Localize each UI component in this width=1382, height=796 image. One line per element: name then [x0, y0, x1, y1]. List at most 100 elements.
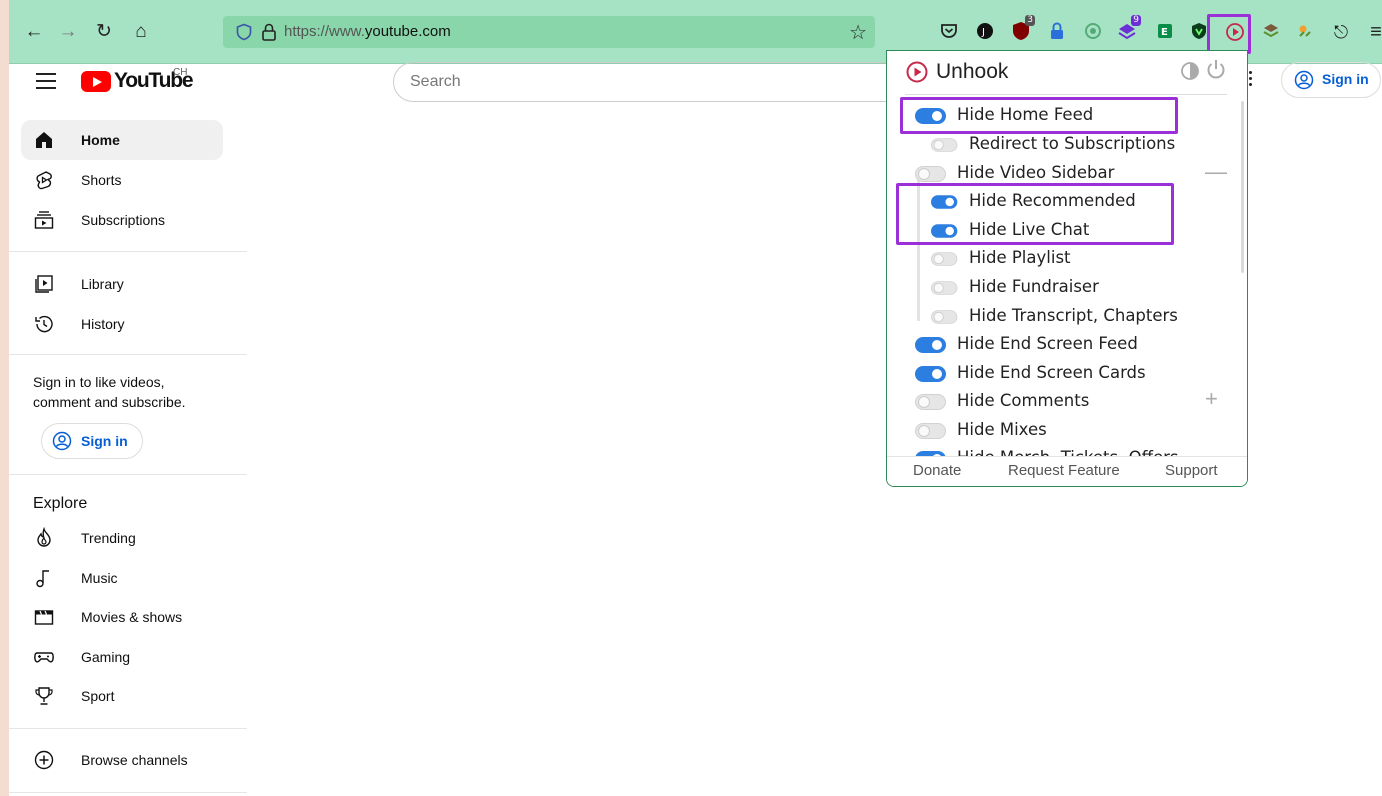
header-sign-in-label: Sign in	[1322, 71, 1369, 87]
recommended-live-chat-highlight	[896, 183, 1174, 245]
tabs-extension-icon[interactable]: 9	[1117, 15, 1141, 41]
subscriptions-icon	[34, 211, 54, 229]
ublock-badge: 3	[1025, 15, 1035, 26]
sidebar-item-history[interactable]: History	[21, 304, 223, 344]
option-hide-mixes[interactable]: Hide Mixes	[915, 418, 1215, 444]
forward-button[interactable]: →	[57, 21, 79, 43]
sidebar-item-shorts[interactable]: Shorts	[21, 160, 223, 200]
joplin-icon[interactable]: J	[975, 21, 995, 41]
option-hide-playlist[interactable]: Hide Playlist	[931, 246, 1231, 272]
privacy-badger-icon[interactable]	[1083, 21, 1103, 41]
shield-extension-icon[interactable]	[1189, 21, 1209, 41]
tabs-extension-badge: 9	[1131, 15, 1141, 26]
sidebar-item-gaming[interactable]: Gaming	[21, 637, 223, 677]
toggle-switch[interactable]	[915, 423, 946, 439]
lock-icon[interactable]	[261, 23, 277, 41]
toggle-switch[interactable]	[915, 394, 946, 410]
sign-in-prompt: Sign in to like videos, comment and subs…	[33, 374, 186, 410]
option-label: Hide End Screen Cards	[957, 363, 1146, 382]
sidebar-item-movies[interactable]: Movies & shows	[21, 597, 223, 637]
theme-toggle-icon[interactable]	[1180, 61, 1200, 81]
sidebar-item-label: Browse channels	[81, 752, 188, 768]
translate-extension-icon[interactable]	[1295, 21, 1315, 41]
option-hide-end-screen-cards[interactable]: Hide End Screen Cards	[915, 361, 1215, 387]
toggle-switch[interactable]	[915, 166, 946, 182]
collapse-button[interactable]: —	[1205, 159, 1227, 185]
hide-home-feed-highlight	[900, 97, 1178, 134]
youtube-region-code: CH	[173, 67, 188, 78]
option-hide-end-screen-feed[interactable]: Hide End Screen Feed	[915, 332, 1215, 358]
trending-icon	[37, 527, 51, 547]
sidebar-item-label: Home	[81, 132, 120, 148]
option-hide-fundraiser[interactable]: Hide Fundraiser	[931, 275, 1231, 301]
option-label: Hide Mixes	[957, 420, 1047, 439]
toggle-switch[interactable]	[931, 138, 958, 152]
bookmark-star-icon[interactable]: ☆	[849, 20, 867, 45]
sidebar-divider	[9, 728, 247, 729]
pocket-icon[interactable]	[939, 21, 959, 41]
puzzle-extension-icon[interactable]	[1261, 21, 1281, 41]
toggle-switch[interactable]	[931, 281, 958, 295]
sidebar-sign-in-button[interactable]: Sign in	[41, 423, 143, 459]
ublock-icon[interactable]: 3	[1011, 15, 1035, 41]
header-sign-in-button[interactable]: Sign in	[1281, 62, 1381, 98]
youtube-play-icon	[81, 71, 111, 92]
url-protocol: https://www.	[284, 23, 365, 40]
option-label: Hide Transcript, Chapters	[969, 306, 1178, 325]
url-host: youtube.com	[364, 23, 451, 40]
home-button[interactable]: ⌂	[130, 21, 152, 43]
account-icon	[52, 431, 72, 451]
search-input[interactable]: Search	[393, 62, 913, 102]
sidebar-sign-in-label: Sign in	[81, 433, 128, 449]
url-text[interactable]: https://www.youtube.com	[284, 23, 451, 40]
sidebar-item-sport[interactable]: Sport	[21, 676, 223, 716]
app-menu-button[interactable]: ≡	[1365, 21, 1382, 43]
home-icon	[36, 132, 52, 148]
sidebar-item-label: Movies & shows	[81, 609, 183, 625]
url-bar[interactable]: https://www.youtube.com ☆	[223, 16, 875, 48]
header-divider	[905, 94, 1227, 95]
sidebar-divider	[9, 792, 247, 793]
sidebar-item-music[interactable]: Music	[21, 558, 223, 598]
toggle-switch[interactable]	[931, 252, 958, 266]
request-feature-link[interactable]: Request Feature	[1008, 462, 1120, 479]
history-icon	[35, 315, 53, 333]
sidebar-item-label: Trending	[81, 530, 136, 546]
reload-button[interactable]: ↻	[93, 21, 115, 43]
option-hide-transcript-chapters[interactable]: Hide Transcript, Chapters	[931, 304, 1231, 330]
tracking-shield-icon[interactable]	[235, 23, 253, 41]
expand-button[interactable]: +	[1205, 386, 1218, 412]
toggle-switch[interactable]	[915, 337, 946, 353]
donate-link[interactable]: Donate	[913, 462, 961, 479]
sidebar-item-label: Sport	[81, 688, 115, 704]
bitwarden-lock-icon[interactable]	[1047, 21, 1067, 41]
unhook-options-list: Hide Home Feed Redirect to Subscriptions…	[887, 101, 1247, 459]
guide-menu-button[interactable]	[36, 73, 56, 89]
support-link[interactable]: Support	[1165, 462, 1218, 479]
add-circle-icon	[34, 750, 54, 770]
sidebar-item-library[interactable]: Library	[21, 264, 223, 304]
sidebar-item-subscriptions[interactable]: Subscriptions	[21, 200, 223, 240]
option-hide-comments[interactable]: Hide Comments	[915, 389, 1215, 415]
sidebar-item-label: Gaming	[81, 649, 131, 665]
sidebar-item-trending[interactable]: Trending	[21, 518, 223, 558]
toggle-switch[interactable]	[915, 366, 946, 382]
gaming-icon	[34, 652, 54, 663]
sidebar-item-label: Music	[81, 570, 118, 586]
shorts-icon	[36, 171, 52, 190]
option-label: Hide Comments	[957, 391, 1090, 410]
svg-text:E: E	[1161, 27, 1168, 38]
svg-text:J: J	[981, 27, 985, 38]
option-redirect-to-subscriptions[interactable]: Redirect to Subscriptions	[931, 132, 1231, 158]
power-icon[interactable]	[1205, 58, 1227, 80]
e-extension-icon[interactable]: E	[1155, 21, 1175, 41]
sidebar-item-home[interactable]: Home	[21, 120, 223, 160]
options-scrollbar[interactable]	[1241, 101, 1244, 273]
sidebar-item-browse-channels[interactable]: Browse channels	[21, 740, 223, 780]
option-label: Hide Fundraiser	[969, 277, 1099, 296]
sidebar-item-label: Subscriptions	[81, 212, 166, 228]
toggle-switch[interactable]	[931, 310, 958, 324]
extensions-menu-button[interactable]: ⎋	[1330, 21, 1352, 43]
option-label: Hide End Screen Feed	[957, 334, 1138, 353]
back-button[interactable]: ←	[23, 21, 45, 43]
